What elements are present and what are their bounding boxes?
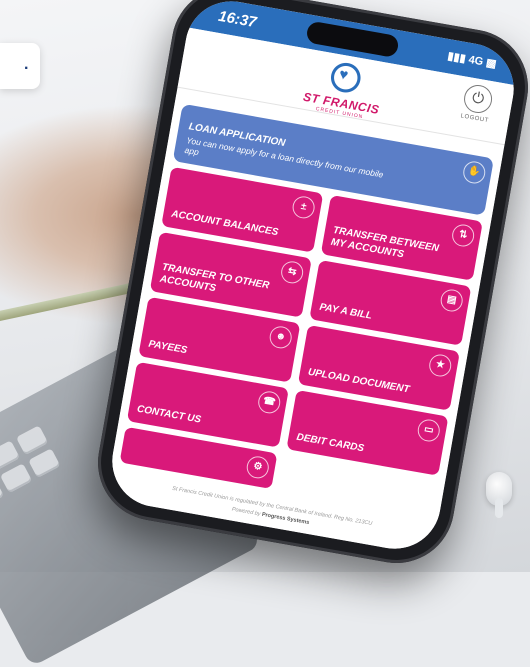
powered-prefix: Powered by [231,506,261,518]
tile-label: CONTACT US [136,403,202,426]
menu-grid: ✋ LOAN APPLICATION You can now apply for… [105,94,504,556]
receipt-icon: ▤ [438,287,465,314]
logout-button[interactable]: ⏻ LOGOUT [452,81,502,125]
earbud [486,472,512,518]
star-icon: ★ [427,352,453,379]
tile-label: UPLOAD DOCUMENT [307,366,411,395]
transfer-icon: ⇅ [450,222,476,249]
gear-icon: ⚙ [245,454,271,481]
logout-label: LOGOUT [460,113,490,125]
swap-icon: ⇆ [279,259,305,286]
tile-label: TRANSFER TO OTHER ACCOUNTS [159,261,271,294]
power-icon: ⏻ [461,82,495,116]
phone-icon: ☎ [256,389,282,416]
tile-label: PAY A BILL [318,301,373,322]
phone-screen: 16:37 ▮▮▮ 4G ▩ ST FRANCIS CREDIT UNION ⏻… [105,0,521,556]
keyboard-key [0,463,33,494]
tile-label: ACCOUNT BALANCES [170,208,280,238]
payees-icon: ☻ [267,324,294,351]
network-label: 4G [467,53,485,69]
status-network: ▮▮▮ 4G ▩ [446,50,498,71]
hands-logo-icon [324,56,367,99]
card-icon: ▭ [416,417,442,444]
corner-card-text: . [24,56,29,73]
tile-label [129,456,243,476]
keyboard-key [28,448,61,479]
tile-label: DEBIT CARDS [295,431,365,454]
tile-label: PAYEES [147,338,189,356]
tile-label: TRANSFER BETWEEN MY ACCOUNTS [330,224,440,260]
status-time: 16:37 [217,7,258,32]
plus-minus-icon: ± [290,194,317,221]
hand-money-icon: ✋ [461,159,488,186]
corner-card: . [0,43,40,89]
keyboard-key [15,425,49,456]
